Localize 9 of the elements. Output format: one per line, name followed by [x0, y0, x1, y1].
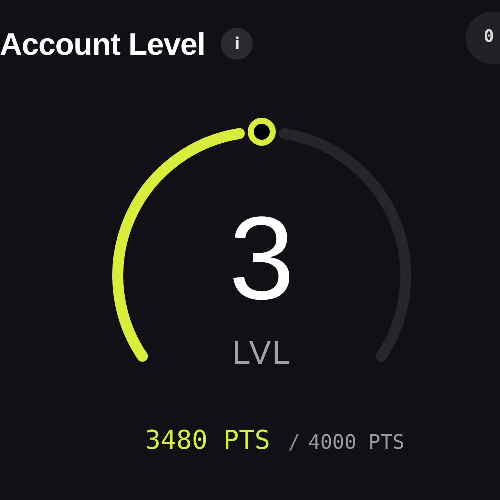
level-unit: LVL [232, 334, 292, 371]
gauge-knob [248, 118, 276, 146]
info-button[interactable]: i [221, 28, 254, 60]
level-number: 3 [229, 193, 295, 325]
page-title: Account Level [0, 28, 206, 60]
target-points: 4000 PTS [308, 429, 405, 456]
corner-button[interactable]: 0 [466, 12, 500, 64]
points-separator: / [288, 429, 300, 456]
current-points: 3480 PTS [145, 425, 270, 458]
